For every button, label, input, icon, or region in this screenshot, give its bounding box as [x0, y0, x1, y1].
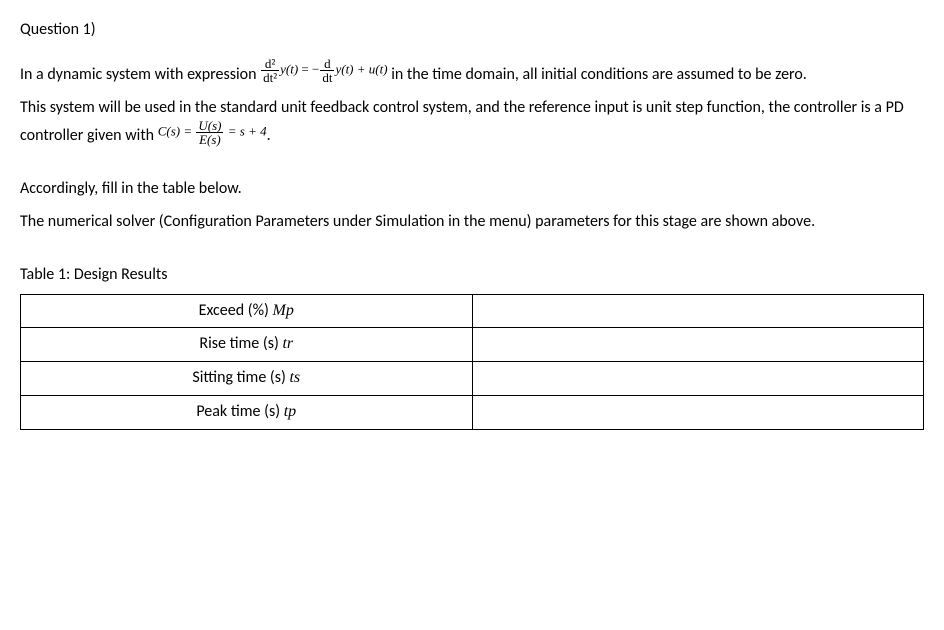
eq1-rhs1-sym: y(t) + u(t) — [335, 62, 387, 77]
row-label: Peak time (s) tp — [21, 395, 473, 429]
row-value — [472, 294, 924, 328]
label-text: Peak time (s) — [196, 402, 280, 421]
row-label: Exceed (%) Mp — [21, 294, 473, 328]
row-label: Sitting time (s) ts — [21, 362, 473, 396]
para1-pre: In a dynamic system with expression — [20, 65, 260, 84]
table-caption: Table 1: Design Results — [20, 261, 924, 290]
row-label: Rise time (s) tr — [21, 328, 473, 362]
table-row: Exceed (%) Mp — [21, 294, 924, 328]
label-text: Rise time (s) — [199, 334, 278, 353]
paragraph-3: Accordingly, fill in the table below. — [20, 175, 924, 204]
eq2-den: E(s) — [196, 133, 223, 146]
row-value — [472, 328, 924, 362]
eq1-lhs-num: d² — [261, 57, 279, 71]
label-sym: tr — [282, 335, 293, 352]
para1-post: in the time domain, all initial conditio… — [391, 65, 807, 84]
row-value — [472, 362, 924, 396]
label-sym: tp — [284, 403, 296, 420]
eq2-csym: C(s) = — [158, 124, 196, 139]
eq1-lhs-sym: y(t) — [280, 62, 298, 77]
eq2-rhs: = s + 4 — [224, 124, 266, 139]
equation-1: d² dt² y(t) = − d dt y(t) + u(t) — [260, 57, 387, 84]
paragraph-1: In a dynamic system with expression d² d… — [20, 61, 924, 90]
table-row: Peak time (s) tp — [21, 395, 924, 429]
eq1-eq: = − — [298, 62, 319, 77]
equation-2: C(s) = U(s) E(s) = s + 4 — [158, 119, 267, 146]
question-title: Question 1) — [20, 16, 924, 45]
label-text: Sitting time (s) — [192, 368, 286, 387]
para2-pre: This system will be used in the standard… — [20, 98, 904, 146]
label-sym: ts — [289, 369, 300, 386]
paragraph-4: The numerical solver (Configuration Para… — [20, 208, 924, 237]
para2-post: . — [267, 126, 271, 145]
eq1-lhs-den: dt² — [261, 71, 279, 84]
row-value — [472, 395, 924, 429]
table-row: Sitting time (s) ts — [21, 362, 924, 396]
eq2-num: U(s) — [196, 119, 223, 133]
eq1-rhs1-num: d — [320, 57, 334, 71]
design-results-table: Exceed (%) Mp Rise time (s) tr Sitting t… — [20, 294, 924, 430]
paragraph-2: This system will be used in the standard… — [20, 94, 924, 152]
label-sym: Mp — [273, 302, 294, 319]
table-row: Rise time (s) tr — [21, 328, 924, 362]
label-text: Exceed (%) — [199, 301, 269, 320]
eq1-rhs1-den: dt — [320, 71, 334, 84]
